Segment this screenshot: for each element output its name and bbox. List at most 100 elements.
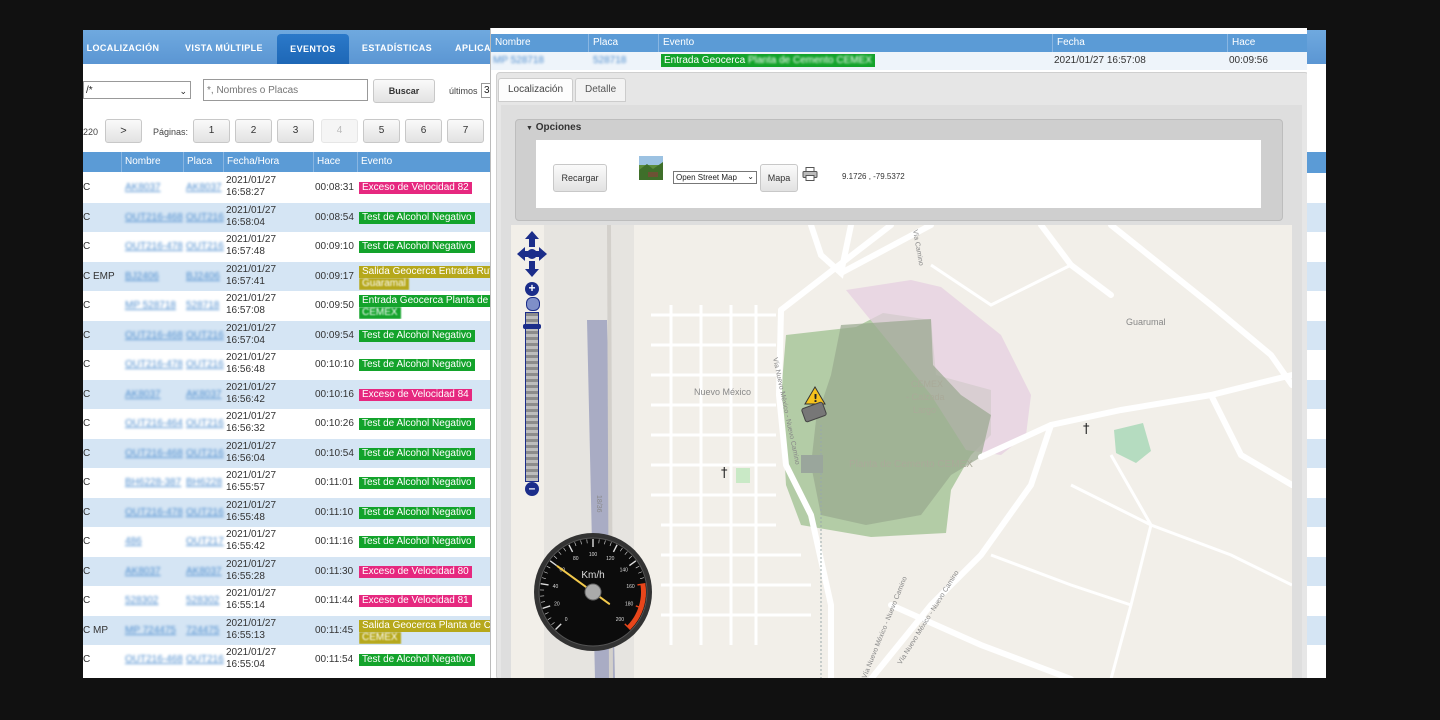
col-evento[interactable]: Evento [357, 152, 493, 172]
nav-tab-vista-multiple[interactable]: VISTA MÚLTIPLE [179, 30, 269, 64]
page-button-7[interactable]: 7 [447, 119, 484, 143]
page-button-6[interactable]: 6 [405, 119, 442, 143]
nav-tab-aplicaciones[interactable]: APLICA [453, 30, 493, 64]
table-row[interactable]: C AK8037 AK8037 2021/01/27 16:55:28 00:11:30 E… [83, 556, 493, 587]
row-placa-link[interactable]: 528302 [186, 595, 224, 606]
table-row[interactable]: C 486 OUT217 2021/01/27 16:55:42 00:11:16 Test… [83, 527, 493, 557]
reload-button[interactable]: Recargar [553, 164, 607, 192]
page-button-5[interactable]: 5 [363, 119, 400, 143]
row-nombre-link[interactable]: OUT216-468 [125, 330, 183, 341]
search-input[interactable] [203, 79, 368, 101]
row-prefix: C [83, 654, 91, 665]
row-fecha: 2021/01/27 16:56:32 [226, 411, 312, 435]
row-prefix: C [83, 536, 91, 547]
row-placa-link[interactable]: AK8037 [186, 182, 224, 193]
row-nombre-link[interactable]: AK8037 [125, 389, 183, 400]
globe-icon[interactable] [526, 297, 540, 311]
row-placa-link[interactable]: OUT216 [186, 507, 224, 518]
table-row[interactable]: C OUT216-468 OUT216 2021/01/27 16:57:04 00:09… [83, 320, 493, 351]
row-nombre-link[interactable]: AK8037 [125, 566, 183, 577]
col-hace[interactable]: Hace [313, 152, 357, 172]
row-hace: 00:09:54 [315, 329, 354, 341]
row-nombre-link[interactable]: MP 724475 [125, 625, 183, 636]
zoom-out-button[interactable]: – [525, 482, 539, 496]
row-evento: Entrada Geocerca Planta de C CEMEX [359, 295, 493, 319]
table-row[interactable]: C EMP BJ2406 BJ2406 2021/01/27 16:57:41 00:09… [83, 261, 493, 292]
row-placa-link[interactable]: OUT217 [186, 536, 224, 547]
row-placa-link[interactable]: 528718 [186, 300, 224, 311]
page-button-2[interactable]: 2 [235, 119, 272, 143]
table-row[interactable]: C OUT216-478 OUT216 2021/01/27 16:57:48 00:09… [83, 232, 493, 262]
table-row[interactable]: C AK8037 AK8037 2021/01/27 16:56:42 00:10:16 E… [83, 379, 493, 410]
printer-icon[interactable] [802, 167, 818, 181]
table-row[interactable]: C OUT216-478 OUT216 2021/01/27 16:55:48 00:11… [83, 497, 493, 528]
table-row[interactable]: C BH6228-387 BH6228 2021/01/27 16:55:57 00:11… [83, 468, 493, 498]
row-nombre-link[interactable]: BH6228-387 [125, 477, 183, 488]
row-nombre-link[interactable]: OUT216-478 [125, 359, 183, 370]
table-row[interactable]: C MP 528718 528718 2021/01/27 16:57:08 00:09:… [83, 291, 493, 321]
map-button[interactable]: Mapa [760, 164, 798, 192]
row-placa-link[interactable]: OUT216 [186, 654, 224, 665]
tab-detalle[interactable]: Detalle [575, 78, 627, 102]
row-nombre-link[interactable]: 528302 [125, 595, 183, 606]
table-row[interactable]: C OUT216-468 OUT216 2021/01/27 16:58:04 00:08… [83, 202, 493, 233]
row-hace: 00:08:54 [315, 211, 354, 223]
col-nombre[interactable]: Nombre [121, 152, 183, 172]
row-placa-link[interactable]: BJ2406 [186, 271, 224, 282]
page-button-3[interactable]: 3 [277, 119, 314, 143]
row-placa-link[interactable]: BH6228 [186, 477, 224, 488]
opciones-header[interactable]: ▼ Opciones [526, 122, 581, 133]
table-row[interactable]: C MP MP 724475 724475 2021/01/27 16:55:13 00:… [83, 615, 493, 646]
row-nombre-link[interactable]: AK8037 [125, 182, 183, 193]
popup-col-placa: Placa [588, 34, 658, 52]
nav-tab-localizacion[interactable]: LOCALIZACIÓN [83, 30, 163, 64]
popup-nombre[interactable]: MP 528718 [493, 55, 544, 66]
row-placa-link[interactable]: 724475 [186, 625, 224, 636]
nav-tab-estadisticas[interactable]: ESTADÍSTICAS [357, 30, 437, 64]
search-button[interactable]: Buscar [373, 79, 435, 103]
row-nombre-link[interactable]: MP 528718 [125, 300, 183, 311]
next-page-button[interactable]: > [105, 119, 142, 143]
pan-down-icon [525, 261, 539, 277]
row-nombre-link[interactable]: BJ2406 [125, 271, 183, 282]
pages-label: Páginas: [153, 127, 189, 137]
map-thumbnail-icon[interactable] [639, 156, 663, 180]
row-nombre-link[interactable]: OUT216-478 [125, 241, 183, 252]
row-placa-link[interactable]: OUT216 [186, 241, 224, 252]
row-nombre-link[interactable]: 486 [125, 536, 183, 547]
table-row[interactable]: C OUT216-468 OUT216 2021/01/27 16:56:04 00:10… [83, 438, 493, 469]
nav-tab-eventos[interactable]: EVENTOS [277, 34, 349, 66]
zoom-in-button[interactable]: + [525, 282, 539, 296]
pan-control[interactable] [517, 231, 547, 277]
map-view[interactable]: Guarumal Nuevo México CEMEX - Calzada La… [511, 225, 1292, 678]
tab-localizacion[interactable]: Localización [498, 78, 574, 102]
popup-event-row[interactable]: MP 528718 528718 Entrada Geocerca Planta… [491, 52, 1307, 70]
col-placa[interactable]: Placa [183, 152, 223, 172]
table-row[interactable]: C AK8037 AK8037 2021/01/27 16:58:27 00:08:31 E… [83, 173, 493, 203]
row-placa-link[interactable]: OUT216 [186, 359, 224, 370]
row-placa-link[interactable]: AK8037 [186, 389, 224, 400]
map-provider-select[interactable]: Open Street Map ⌄ [673, 171, 757, 184]
row-time: 16:58:04 [226, 216, 265, 228]
row-nombre-link[interactable]: OUT216-464 [125, 418, 183, 429]
row-placa-link[interactable]: OUT216 [186, 330, 224, 341]
row-nombre-link[interactable]: OUT216-468 [125, 212, 183, 223]
table-row[interactable]: C 528302 528302 2021/01/27 16:55:14 00:11:44 E… [83, 586, 493, 616]
row-placa-link[interactable]: OUT216 [186, 448, 224, 459]
zoom-slider-handle[interactable] [523, 324, 541, 329]
row-placa-link[interactable]: OUT216 [186, 212, 224, 223]
col-fecha-hora[interactable]: Fecha/Hora [223, 152, 313, 172]
row-placa-link[interactable]: AK8037 [186, 566, 224, 577]
page-button-1[interactable]: 1 [193, 119, 230, 143]
row-nombre-link[interactable]: OUT216-468 [125, 448, 183, 459]
popup-placa[interactable]: 528718 [593, 55, 626, 66]
row-placa-link[interactable]: OUT216 [186, 418, 224, 429]
table-row[interactable]: C OUT216-468 OUT216 2021/01/27 16:55:04 00:11… [83, 645, 493, 675]
zoom-slider[interactable] [525, 312, 539, 482]
table-row[interactable]: C OUT216-478 OUT216 2021/01/27 16:56:48 00:10… [83, 350, 493, 380]
table-row[interactable]: C OUT216-464 OUT216 2021/01/27 16:56:32 00:10… [83, 409, 493, 439]
row-nombre-link[interactable]: OUT216-468 [125, 654, 183, 665]
group-select[interactable]: /* ⌄ [83, 81, 191, 99]
row-time: 16:56:48 [226, 364, 265, 375]
row-nombre-link[interactable]: OUT216-478 [125, 507, 183, 518]
